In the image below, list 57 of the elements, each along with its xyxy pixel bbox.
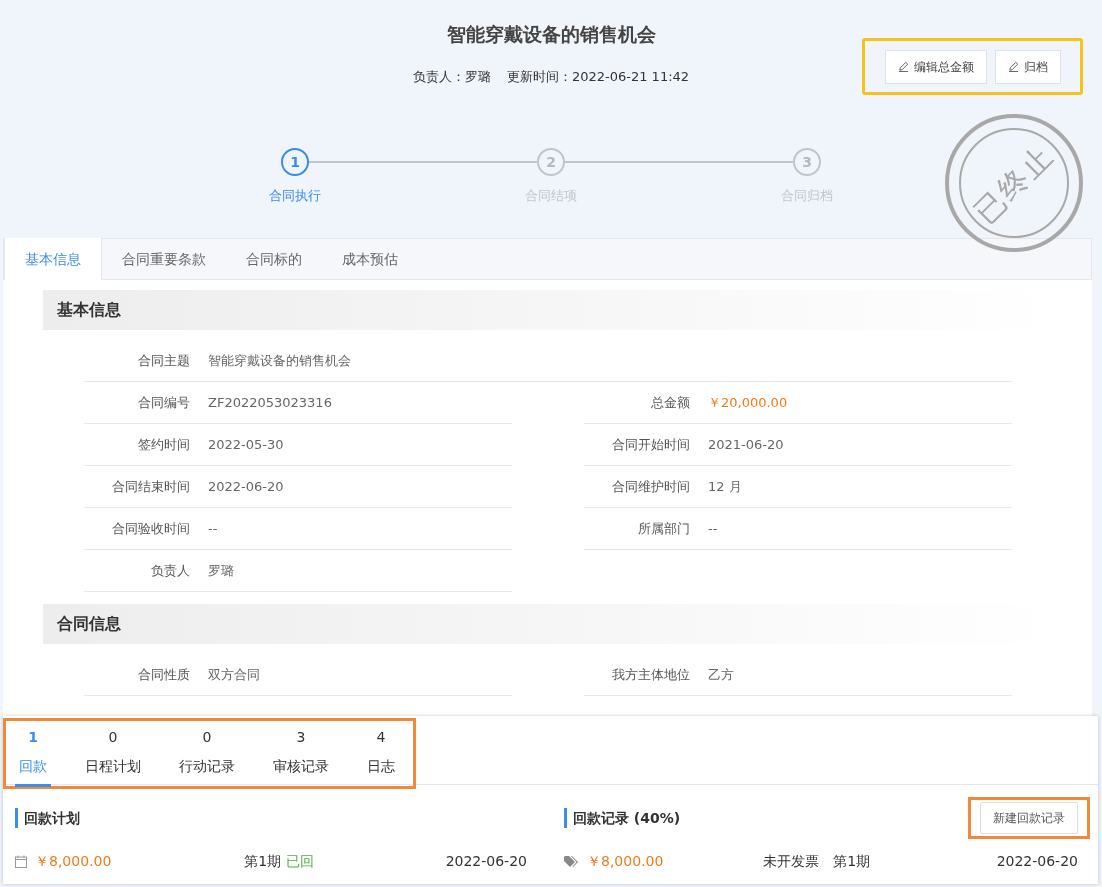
status-text: 已回 (286, 852, 315, 871)
field-value: -- (708, 519, 718, 538)
date-text: 2022-06-20 (445, 852, 527, 871)
amount-text: ￥8,000.00 (587, 852, 664, 871)
field-value: 罗璐 (208, 561, 234, 580)
pencil-icon (1007, 61, 1019, 72)
field-label: 签约时间 (137, 435, 190, 454)
stamp-text: 已终止 (966, 135, 1062, 232)
new-record-button[interactable]: 新建回款记录 (980, 802, 1078, 834)
tab[interactable]: 3 审核记录 (269, 721, 333, 787)
field-label: 合同主题 (137, 351, 190, 370)
field-label: 合同性质 (137, 665, 190, 684)
field-value: 2022-05-30 (208, 435, 284, 454)
period-text: 第1期 (833, 852, 871, 871)
tab[interactable]: 成本预估 (322, 238, 418, 280)
section-title: 回款记录 (40%) (573, 808, 681, 828)
tab[interactable]: 4 日志 (363, 721, 399, 787)
field-value: ZF2022053023316 (208, 393, 332, 412)
field-value: 双方合同 (208, 665, 260, 684)
pencil-icon (897, 61, 909, 72)
field-value: 智能穿戴设备的销售机会 (208, 351, 351, 370)
section-title: 回款计划 (24, 808, 80, 828)
owner-text: 负责人：罗璐 (412, 67, 491, 86)
section-marker (15, 808, 18, 828)
tab[interactable]: 1 回款 (15, 721, 51, 787)
page-title: 智能穿戴设备的销售机会 (446, 22, 656, 47)
field-label: 所属部门 (637, 519, 690, 538)
tab[interactable]: 合同重要条款 (102, 238, 226, 280)
step-label: 合同执行 (269, 187, 321, 205)
field-value: 乙方 (708, 665, 734, 684)
invoice-text: 未开发票 (763, 852, 820, 871)
field-label: 合同开始时间 (611, 435, 690, 454)
tab[interactable]: 基本信息 (4, 238, 102, 280)
field-label: 合同结束时间 (111, 477, 190, 496)
action-button[interactable]: 编辑总金额 (884, 49, 987, 84)
tab[interactable]: 0 行动记录 (175, 721, 239, 787)
field-label: 总金额 (650, 393, 690, 412)
date-text: 2022-06-20 (996, 852, 1078, 871)
period-text: 第1期 (244, 852, 282, 871)
calendar-icon (15, 855, 27, 868)
action-button[interactable]: 归档 (994, 49, 1061, 84)
tab[interactable]: 合同标的 (226, 238, 322, 280)
tags-icon (564, 855, 579, 868)
field-label: 合同验收时间 (111, 519, 190, 538)
field-label: 合同编号 (137, 393, 190, 412)
field-label: 我方主体地位 (611, 665, 690, 684)
field-value: 12 月 (708, 477, 742, 496)
amount-text: ￥8,000.00 (35, 852, 112, 871)
field-label: 合同维护时间 (611, 477, 690, 496)
field-value: -- (208, 519, 218, 538)
field-value: ￥20,000.00 (708, 393, 788, 412)
field-label: 负责人 (150, 561, 190, 580)
section-marker (564, 808, 567, 828)
field-value: 2022-06-20 (208, 477, 284, 496)
updated-text: 更新时间：2022-06-21 11:42 (506, 67, 690, 86)
tab[interactable]: 0 日程计划 (81, 721, 145, 787)
field-value: 2021-06-20 (708, 435, 784, 454)
